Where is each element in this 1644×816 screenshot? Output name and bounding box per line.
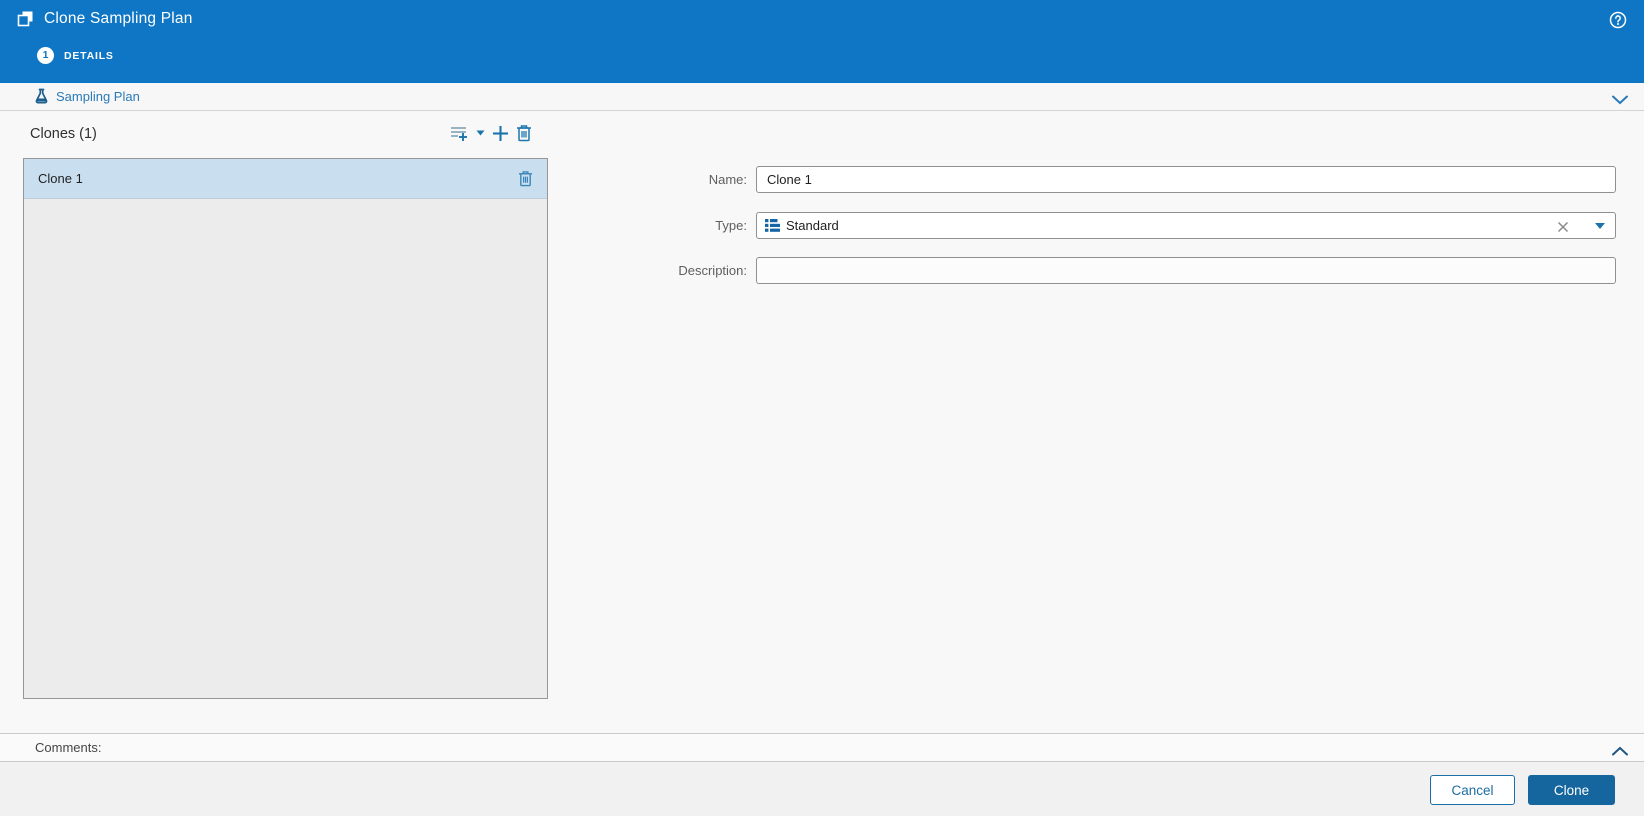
type-dropdown-caret-icon[interactable]	[1595, 222, 1605, 229]
clone-sampling-plan-dialog: Clone Sampling Plan 1 DETAILS Sampling P…	[0, 0, 1644, 816]
chevron-up-icon[interactable]	[1612, 743, 1628, 756]
name-input[interactable]	[756, 166, 1616, 193]
step-details-label[interactable]: DETAILS	[64, 50, 114, 62]
sampling-plan-section-bar[interactable]: Sampling Plan	[0, 83, 1644, 111]
delete-clone-icon[interactable]	[516, 124, 532, 142]
name-label: Name:	[708, 172, 747, 187]
clone-button[interactable]: Clone	[1528, 775, 1615, 805]
step-number-badge: 1	[37, 47, 54, 64]
dialog-title: Clone Sampling Plan	[44, 10, 193, 27]
dialog-footer: Cancel Clone	[0, 762, 1644, 816]
clones-list: Clone 1	[23, 158, 548, 699]
list-item-label: Clone 1	[38, 171, 83, 186]
add-clone-icon[interactable]	[492, 125, 509, 142]
type-value: Standard	[786, 218, 839, 233]
clone-icon	[16, 9, 36, 29]
clones-heading: Clones (1)	[30, 126, 97, 142]
clones-toolbar	[450, 124, 532, 142]
sampling-plan-icon	[33, 88, 50, 105]
clear-type-icon[interactable]	[1557, 220, 1569, 232]
description-input[interactable]	[756, 257, 1616, 284]
chevron-down-icon[interactable]	[1612, 92, 1628, 105]
add-multiple-icon[interactable]	[450, 125, 469, 142]
comments-bar[interactable]: Comments:	[0, 733, 1644, 762]
help-icon[interactable]	[1609, 11, 1627, 29]
type-combobox[interactable]: Standard	[756, 212, 1616, 239]
type-label: Type:	[715, 218, 747, 233]
list-item-clone-1[interactable]: Clone 1	[24, 159, 547, 199]
description-label: Description:	[678, 263, 747, 278]
add-multiple-caret-icon[interactable]	[476, 130, 485, 136]
dialog-header: Clone Sampling Plan 1 DETAILS	[0, 0, 1644, 83]
row-delete-icon[interactable]	[518, 170, 533, 187]
comments-label: Comments:	[35, 740, 102, 755]
cancel-button[interactable]: Cancel	[1430, 775, 1515, 805]
type-list-icon	[765, 219, 780, 232]
wizard-steps: 1 DETAILS	[37, 47, 114, 64]
section-title: Sampling Plan	[56, 89, 140, 104]
